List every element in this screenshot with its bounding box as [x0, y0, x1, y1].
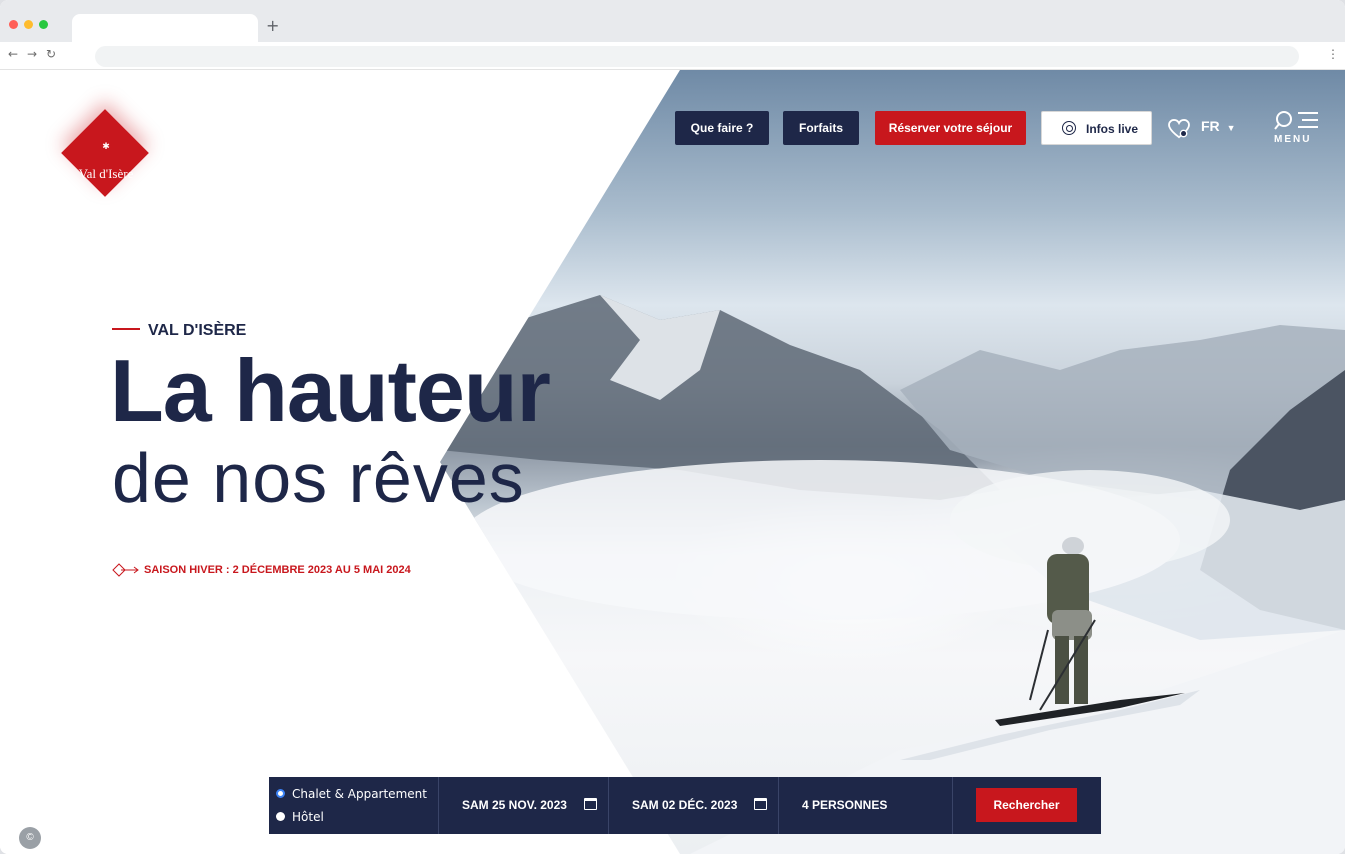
guests-text: 4 PERSONNES [802, 798, 888, 812]
season-text: SAISON HIVER : 2 DÉCEMBRE 2023 AU 5 MAI … [144, 563, 411, 576]
booking-search-bar: Chalet & Appartement Hôtel SAM 25 NOV. 2… [269, 777, 1101, 834]
hero-kicker: VAL D'ISÈRE [112, 322, 246, 340]
logo-text: Val d'Isère [78, 166, 134, 181]
reload-icon[interactable]: ↻ [46, 47, 56, 61]
back-icon[interactable]: ← [8, 47, 18, 61]
kebab-icon[interactable]: ⋮ [1327, 47, 1339, 61]
menu-label: MENU [1274, 134, 1312, 145]
address-bar[interactable] [95, 46, 1299, 67]
cookie-icon[interactable]: © [19, 827, 41, 849]
location-icon [1062, 121, 1076, 135]
logo-diamond [61, 109, 149, 197]
kicker-line [112, 327, 140, 330]
hero-kicker-text: VAL D'ISÈRE [148, 322, 247, 339]
guests-field[interactable]: 4 PERSONNES [802, 777, 887, 834]
season-dates: SAISON HIVER : 2 DÉCEMBRE 2023 AU 5 MAI … [112, 563, 411, 577]
calendar-icon[interactable] [754, 798, 767, 810]
logo-emblem-icon: ✱ [102, 142, 110, 152]
maximize-window-button[interactable] [39, 20, 48, 29]
page: ✱ Val d'Isère Que faire ? Forfaits Réser… [0, 70, 1345, 854]
option-chalet-appartement[interactable]: Chalet & Appartement [276, 787, 427, 805]
forward-icon[interactable]: → [27, 47, 37, 61]
minimize-window-button[interactable] [24, 20, 33, 29]
hamburger-icon [1298, 112, 1318, 128]
calendar-icon[interactable] [584, 798, 597, 810]
hero-title-line2: de nos rêves [112, 439, 525, 517]
hero-title-line1: La hauteur [110, 341, 551, 440]
language-label: FR [1201, 118, 1220, 134]
divider [438, 777, 439, 834]
departure-date-text: SAM 02 DÉC. 2023 [632, 798, 738, 812]
arrow-icon [112, 563, 139, 577]
tab-bar: + [0, 0, 1345, 42]
browser-toolbar: ← → ↻ ⋮ [0, 42, 1345, 70]
browser-window: + ← → ↻ ⋮ ✱ Val d'Isère Que faire ? Forf… [0, 0, 1345, 854]
reserver-sejour-button[interactable]: Réserver votre séjour [875, 111, 1026, 145]
search-icon [1274, 111, 1292, 130]
menu-button[interactable]: MENU [1272, 110, 1320, 146]
radio-checked-icon [276, 789, 285, 798]
close-window-button[interactable] [9, 20, 18, 29]
new-tab-icon[interactable]: + [266, 16, 279, 35]
option-label: Hôtel [292, 810, 324, 824]
infos-live-button[interactable]: Infos live [1041, 111, 1152, 145]
logo[interactable]: ✱ Val d'Isère [56, 104, 156, 204]
arrival-date-text: SAM 25 NOV. 2023 [462, 798, 567, 812]
option-label: Chalet & Appartement [292, 787, 427, 801]
option-hotel[interactable]: Hôtel [276, 810, 324, 828]
divider [608, 777, 609, 834]
radio-unchecked-icon [276, 812, 285, 821]
divider [778, 777, 779, 834]
language-selector[interactable]: FR ▼ [1201, 118, 1235, 134]
divider [952, 777, 953, 834]
rechercher-button[interactable]: Rechercher [976, 788, 1077, 822]
infos-live-label: Infos live [1086, 122, 1139, 136]
browser-tab[interactable] [72, 14, 258, 42]
arrival-date-field[interactable]: SAM 25 NOV. 2023 [462, 777, 567, 834]
chevron-down-icon: ▼ [1226, 123, 1236, 133]
que-faire-button[interactable]: Que faire ? [675, 111, 769, 145]
heart-icon[interactable] [1168, 119, 1190, 139]
forfaits-button[interactable]: Forfaits [783, 111, 859, 145]
skier-figure [995, 537, 1185, 726]
departure-date-field[interactable]: SAM 02 DÉC. 2023 [632, 777, 737, 834]
